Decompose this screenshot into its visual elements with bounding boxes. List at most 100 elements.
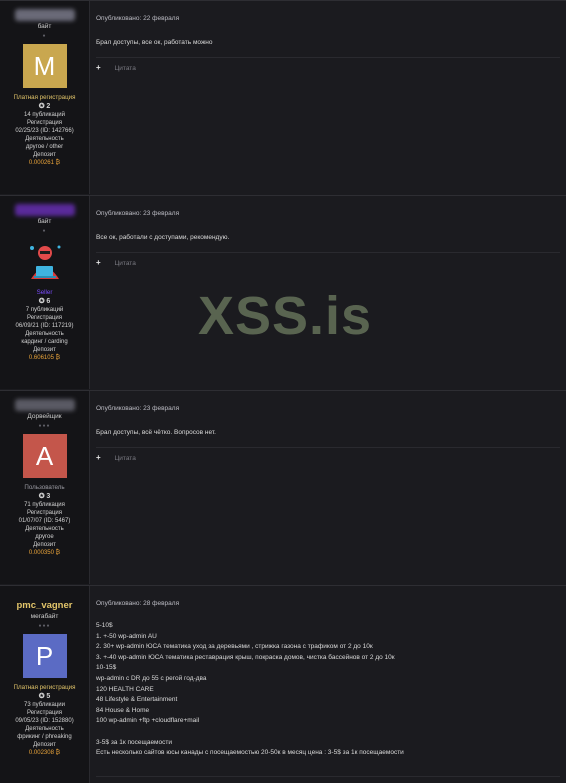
post-body: Все ок, работали с доступами, рекомендую… [96, 234, 230, 241]
divider [96, 57, 560, 58]
reactions-icon: ✪ [38, 103, 45, 110]
divider [96, 447, 560, 448]
registration-label: Регистрация [26, 710, 63, 716]
reactions-icon: ✪ [38, 298, 45, 305]
post-body: Брал доступы, всё чётко. Вопросов нет. [96, 429, 216, 436]
registration-value: 02/25/23 (ID: 142766) [15, 128, 74, 134]
post-content: Опубликовано: 23 февраля Все ок, работал… [90, 196, 566, 389]
author-panel: байт ● Seller ✪ 6 7 публикаций Регистрац… [0, 196, 90, 389]
avatar[interactable]: P [22, 634, 67, 678]
publications-count[interactable]: 73 публикации [0, 701, 89, 709]
author-panel: Дорвейщик ●●● A Пользователь ✪ 3 71 публ… [0, 391, 90, 584]
rank-dots: ● [42, 228, 47, 234]
post-line: 84 House & Home [96, 706, 150, 714]
avatar[interactable]: A [22, 434, 67, 478]
registration-label: Регистрация [26, 510, 63, 516]
activity-label: Деятельность [25, 526, 64, 532]
user-role: Платная регистрация [13, 94, 76, 101]
activity-label: Деятельность [25, 136, 64, 142]
deposit-value: 0.000261 ₿ [28, 160, 61, 166]
activity-value: другое / other [25, 144, 64, 150]
reactions-count: 3 [46, 493, 51, 500]
post-line: 3-5$ за 1к посещаемости [96, 738, 173, 746]
divider [96, 776, 560, 777]
post-line: 10-15$ [96, 664, 117, 672]
post-date[interactable]: Опубликовано: 28 февраля [96, 600, 179, 607]
post-content: Опубликовано: 22 февраля Брал доступы, в… [90, 1, 566, 194]
registration-label: Регистрация [26, 315, 63, 321]
registration-value: 06/09/21 (ID: 117219) [15, 323, 74, 329]
multiquote-plus-icon[interactable]: + [96, 258, 101, 267]
user-rank: байт [37, 23, 52, 30]
post-line: Есть несколько сайтов юсы канады с посещ… [96, 749, 404, 757]
publications-count[interactable]: 71 публикация [0, 501, 89, 509]
registration-value: 09/05/23 (ID: 152880) [15, 718, 74, 724]
post-date[interactable]: Опубликовано: 23 февраля [96, 405, 179, 412]
user-role: Платная регистрация [13, 684, 76, 691]
activity-label: Деятельность [25, 331, 64, 337]
author-panel: pmc_vagner мегабайт ●●● P Платная регист… [0, 586, 90, 783]
multiquote-plus-icon[interactable]: + [96, 63, 101, 72]
quote-button[interactable]: Цитата [114, 260, 135, 267]
username-blurred[interactable] [14, 9, 75, 21]
deposit-value: 0.002308 ₿ [28, 750, 61, 756]
deposit-label: Депозит [33, 152, 56, 158]
user-rank: мегабайт [30, 613, 59, 620]
post-4: pmc_vagner мегабайт ●●● P Платная регист… [0, 585, 566, 783]
post-line: 100 wp-admin +ftp +cloudflare+mail [96, 717, 200, 725]
quote-button[interactable]: Цитата [114, 455, 135, 462]
user-rank: байт [37, 218, 52, 225]
hacker-avatar-icon [29, 245, 60, 279]
author-panel: байт ● M Платная регистрация ✪ 2 14 публ… [0, 1, 90, 194]
username[interactable]: pmc_vagner [0, 600, 89, 612]
avatar[interactable] [22, 239, 67, 283]
reactions-icon: ✪ [38, 493, 45, 500]
post-content: Опубликовано: 28 февраля 5-10$ 1. +-50 w… [90, 586, 566, 783]
divider [96, 252, 560, 253]
post-line: 5-10$ [96, 622, 113, 629]
publications-count[interactable]: 7 публикаций [0, 306, 89, 314]
activity-value: фрикинг / phreaking [17, 734, 72, 740]
multiquote-plus-icon[interactable]: + [96, 453, 101, 462]
activity-value: другое [35, 534, 54, 540]
post-line [96, 727, 556, 738]
user-role: Seller [36, 289, 53, 296]
reactions-count: 5 [46, 693, 51, 700]
rank-dots: ●●● [38, 423, 51, 429]
post-line: 2. 30+ wp-admin ЮСА тематика уход за дер… [96, 643, 373, 651]
rank-dots: ●●● [38, 623, 51, 629]
deposit-label: Депозит [33, 542, 56, 548]
post-line: 3. +-40 wp-admin ЮСА тематика реставраци… [96, 653, 395, 661]
registration-value: 01/07/07 (ID: 5467) [18, 518, 71, 524]
reactions-count: 6 [46, 298, 51, 305]
post-2: байт ● Seller ✪ 6 7 публикаций Регистрац… [0, 195, 566, 389]
deposit-label: Депозит [33, 742, 56, 748]
post-line: 48 Lifestyle & Entertainment [96, 696, 178, 704]
username-blurred[interactable] [14, 204, 75, 216]
user-rank: Дорвейщик [27, 413, 62, 420]
publications-count[interactable]: 14 публикаций [0, 111, 89, 119]
post-body: Брал доступы, все ок, работать можно [96, 39, 213, 46]
post-line: wp-admin с DR до 55 с регой год-два [96, 674, 207, 682]
deposit-value: 0.606105 ₿ [28, 355, 61, 361]
post-body: 5-10$ 1. +-50 wp-admin AU 2. 30+ wp-admi… [96, 621, 556, 759]
deposit-value: 0.000350 ₿ [28, 550, 61, 556]
registration-label: Регистрация [26, 120, 63, 126]
post-line: 1. +-50 wp-admin AU [96, 632, 157, 640]
reactions-count: 2 [46, 103, 51, 110]
post-date[interactable]: Опубликовано: 23 февраля [96, 210, 179, 217]
post-line: 120 HEALTH CARE [96, 685, 154, 693]
post-1: байт ● M Платная регистрация ✪ 2 14 публ… [0, 0, 566, 194]
avatar[interactable]: M [22, 44, 67, 88]
quote-button[interactable]: Цитата [114, 65, 135, 72]
post-3: Дорвейщик ●●● A Пользователь ✪ 3 71 публ… [0, 390, 566, 584]
deposit-label: Депозит [33, 347, 56, 353]
username-blurred[interactable] [14, 399, 75, 411]
post-content: Опубликовано: 23 февраля Брал доступы, в… [90, 391, 566, 584]
post-date[interactable]: Опубликовано: 22 февраля [96, 15, 179, 22]
user-role: Пользователь [24, 484, 65, 491]
activity-value: кардинг / carding [21, 339, 68, 345]
activity-label: Деятельность [25, 726, 64, 732]
rank-dots: ● [42, 33, 47, 39]
reactions-icon: ✪ [38, 693, 45, 700]
